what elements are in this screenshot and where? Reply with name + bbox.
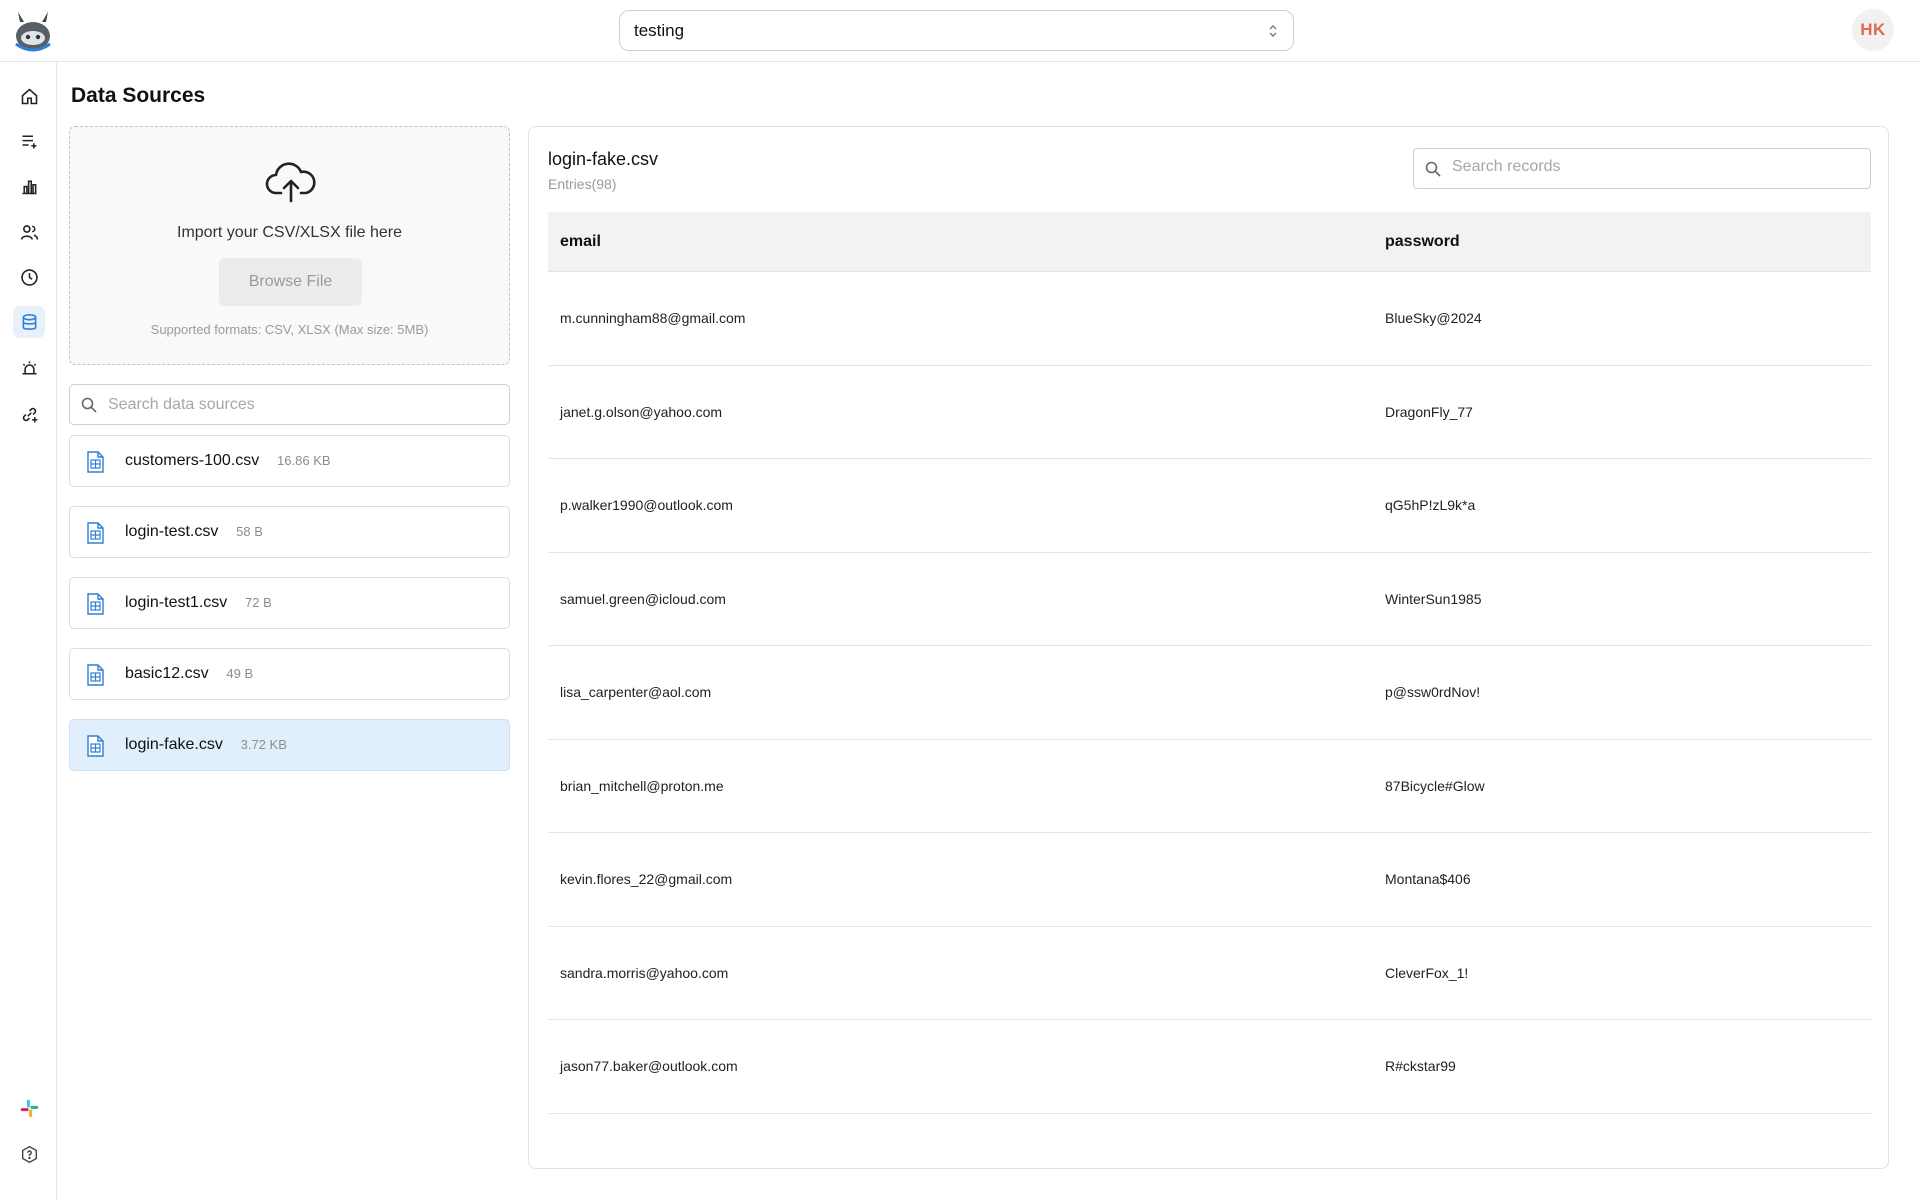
cell-password: Montana$406 [1385, 871, 1471, 887]
column-header-email[interactable]: email [560, 233, 601, 251]
user-avatar[interactable]: HK [1852, 9, 1894, 51]
bar-chart-icon [22, 179, 36, 194]
data-source-item[interactable]: login-fake.csv 3.72 KB [69, 719, 510, 771]
chevron-updown-icon [1269, 25, 1277, 37]
help-icon [21, 1145, 37, 1163]
data-source-search-input[interactable] [108, 395, 488, 414]
top-bar: testing HK [0, 0, 1920, 62]
selected-file-name: login-fake.csv [548, 149, 659, 169]
cell-password: qG5hP!zL9k*a [1385, 497, 1476, 513]
spreadsheet-file-icon [87, 522, 104, 544]
nav-alerts[interactable] [13, 352, 45, 384]
search-icon [1425, 161, 1441, 177]
home-icon [21, 87, 37, 104]
upload-label: Import your CSV/XLSX file here [177, 224, 402, 241]
supported-formats-text: Supported formats: CSV, XLSX (Max size: … [150, 322, 429, 337]
table-row[interactable]: brian_mitchell@proton.me 87Bicycle#Glow [548, 740, 1871, 833]
database-icon [22, 313, 36, 330]
cell-password: BlueSky@2024 [1385, 310, 1482, 326]
search-icon [81, 397, 97, 413]
cloud-upload-icon [265, 162, 316, 203]
cell-email: samuel.green@icloud.com [560, 590, 726, 607]
nav-users[interactable] [13, 216, 45, 248]
cell-password: CleverFox_1! [1385, 964, 1469, 981]
column-header-password[interactable]: password [1385, 233, 1460, 251]
users-icon [20, 224, 38, 240]
slack-link[interactable] [13, 1092, 45, 1124]
table-row[interactable]: p.walker1990@outlook.com qG5hP!zL9k*a [548, 459, 1871, 553]
cell-password: DragonFly_77 [1385, 403, 1473, 420]
data-source-size: 49 B [226, 666, 254, 681]
upload-dropzone[interactable]: Import your CSV/XLSX file here Browse Fi… [69, 126, 510, 365]
app-logo[interactable] [12, 8, 54, 52]
entries-count: Entries(98) [548, 176, 617, 192]
table-row[interactable]: m.cunningham88@gmail.com BlueSky@2024 [548, 272, 1871, 366]
table-body: m.cunningham88@gmail.com BlueSky@2024 jane… [548, 272, 1871, 1114]
nav-history[interactable] [13, 261, 45, 293]
cell-email: p.walker1990@outlook.com [560, 497, 733, 513]
table-row[interactable]: lisa_carpenter@aol.com p@ssw0rdNov! [548, 646, 1871, 740]
data-source-name: basic12.csv 49 B [125, 665, 254, 682]
data-source-item[interactable]: basic12.csv 49 B [69, 648, 510, 700]
table-row[interactable]: sandra.morris@yahoo.com CleverFox_1! [548, 927, 1871, 1020]
table-row[interactable]: kevin.flores_22@gmail.com Montana$406 [548, 833, 1871, 927]
data-source-size: 16.86 KB [277, 453, 331, 468]
browse-file-button[interactable]: Browse File [219, 258, 362, 306]
cell-password: p@ssw0rdNov! [1385, 684, 1481, 700]
table-row[interactable]: samuel.green@icloud.com WinterSun1985 [548, 553, 1871, 646]
spreadsheet-file-icon [87, 593, 104, 615]
table-row[interactable]: janet.g.olson@yahoo.com DragonFly_77 [548, 366, 1871, 459]
cell-password: WinterSun1985 [1385, 590, 1482, 607]
help-link[interactable] [13, 1138, 45, 1170]
nav-analytics[interactable] [13, 170, 45, 202]
clock-icon [20, 268, 38, 286]
records-search [1413, 148, 1871, 189]
data-source-search [69, 384, 510, 425]
cell-email: sandra.morris@yahoo.com [560, 964, 729, 981]
slack-icon [20, 1099, 38, 1117]
data-source-size: 3.72 KB [240, 737, 287, 752]
data-source-name: login-test1.csv 72 B [125, 594, 272, 611]
nav-flows[interactable] [13, 125, 45, 157]
cell-email: jason77.baker@outlook.com [560, 1058, 738, 1074]
data-source-size: 72 B [245, 595, 272, 610]
spreadsheet-file-icon [87, 451, 104, 473]
nav-home[interactable] [13, 80, 45, 112]
page-title: Data Sources [71, 84, 206, 107]
nav-integrations[interactable] [13, 398, 45, 430]
link-plus-icon [22, 407, 37, 422]
records-search-input[interactable] [1452, 158, 1852, 176]
cell-email: brian_mitchell@proton.me [560, 777, 724, 794]
data-source-item[interactable]: login-test.csv 58 B [69, 506, 510, 558]
project-select-value: testing [634, 20, 685, 40]
data-source-item[interactable]: login-test1.csv 72 B [69, 577, 510, 629]
cell-password: R#ckstar99 [1385, 1058, 1456, 1074]
cell-email: m.cunningham88@gmail.com [560, 310, 746, 326]
data-source-name: customers-100.csv 16.86 KB [125, 452, 331, 469]
alarm-icon [22, 361, 36, 375]
data-source-list: customers-100.csv 16.86 KB login-test.csv… [69, 435, 510, 790]
cell-email: kevin.flores_22@gmail.com [560, 871, 733, 887]
records-table: email password m.cunningham88@gmail.com B… [548, 212, 1871, 1114]
data-source-size: 58 B [236, 524, 263, 539]
table-header: email password [548, 212, 1871, 272]
spreadsheet-file-icon [87, 664, 104, 686]
list-add-icon [22, 134, 36, 148]
data-source-name: login-fake.csv 3.72 KB [125, 736, 287, 753]
data-source-detail-panel: login-fake.csv Entries(98) email passwor… [528, 126, 1889, 1169]
project-select[interactable]: testing [619, 10, 1294, 51]
data-source-name: login-test.csv 58 B [125, 523, 263, 540]
data-source-item[interactable]: customers-100.csv 16.86 KB [69, 435, 510, 487]
nav-data-sources[interactable] [13, 306, 45, 338]
left-nav-rail [0, 62, 57, 1200]
table-row[interactable]: jason77.baker@outlook.com R#ckstar99 [548, 1020, 1871, 1114]
spreadsheet-file-icon [87, 735, 104, 757]
cell-email: lisa_carpenter@aol.com [560, 684, 712, 700]
cell-email: janet.g.olson@yahoo.com [560, 403, 723, 420]
cell-password: 87Bicycle#Glow [1385, 777, 1485, 794]
